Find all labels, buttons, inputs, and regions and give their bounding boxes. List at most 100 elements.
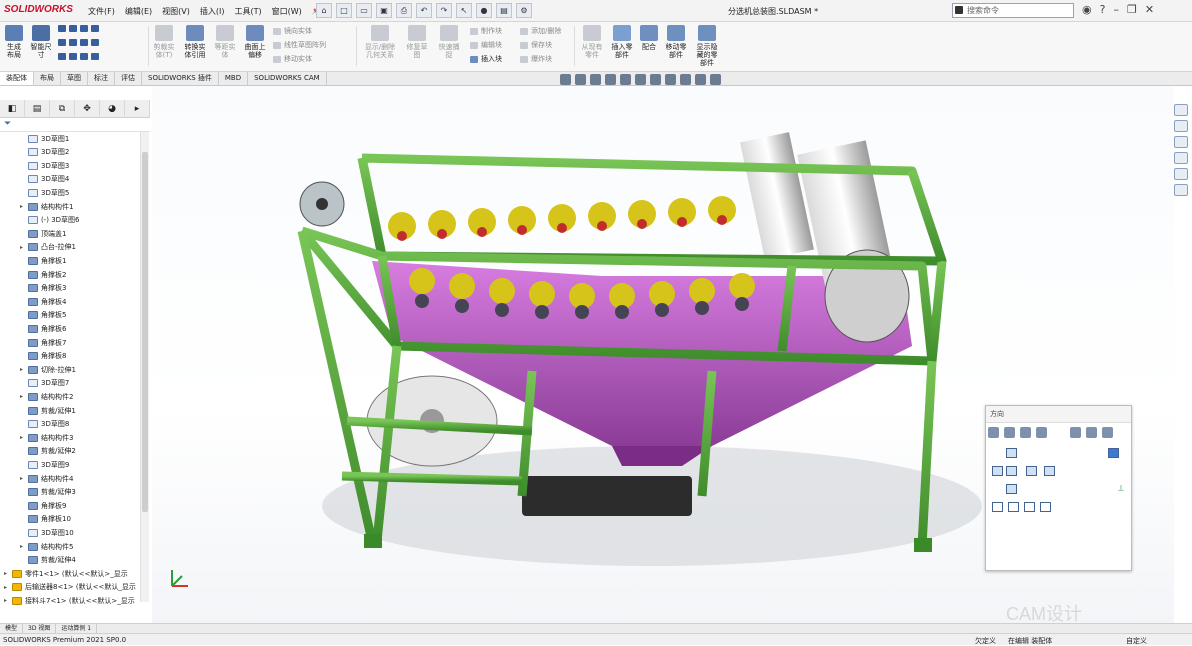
tree-item[interactable]: ▸ 结构构件1 <box>20 200 73 213</box>
previous-view-icon[interactable] <box>590 74 601 85</box>
move-component-button[interactable]: 移动零 部件 <box>663 25 689 59</box>
four-view-icon[interactable] <box>1040 502 1051 512</box>
update-view-icon[interactable] <box>1004 427 1015 438</box>
scroll-thumb[interactable] <box>142 152 148 512</box>
tree-item[interactable]: (-) 3D草图6 <box>20 214 80 227</box>
expand-arrow-icon[interactable]: ▸ <box>20 203 28 210</box>
dim-xpert-icon[interactable]: ✥ <box>75 100 100 118</box>
tree-item[interactable]: 角撑板5 <box>20 309 66 322</box>
expand-arrow-icon[interactable]: ▸ <box>20 393 28 400</box>
two-view-horizontal-icon[interactable] <box>1008 502 1019 512</box>
show-hidden-button[interactable]: 显示隐 藏的零 部件 <box>694 25 720 67</box>
two-view-vertical-icon[interactable] <box>1024 502 1035 512</box>
tab-model[interactable]: 模型 <box>0 624 24 633</box>
menu-insert[interactable]: 插入(I) <box>200 6 225 17</box>
tree-item[interactable]: 3D草图9 <box>20 458 69 471</box>
expand-arrow-icon[interactable]: ▸ <box>20 543 28 550</box>
tab-3d-view[interactable]: 3D 视图 <box>23 624 57 633</box>
offset-entities-button[interactable]: 等距实 体 <box>212 25 238 59</box>
trim-button[interactable]: 剪裁实 体(T) <box>151 25 177 59</box>
file-explorer-icon[interactable] <box>1174 136 1188 148</box>
file-props-icon[interactable]: ▤ <box>496 3 512 18</box>
tab-evaluate[interactable]: 评估 <box>115 72 142 85</box>
bottom-view-icon[interactable] <box>1006 484 1017 494</box>
tree-item[interactable]: 角撑板3 <box>20 282 66 295</box>
menu-window[interactable]: 窗口(W) <box>272 6 302 17</box>
mirror-entities-button[interactable]: 镜向实体 <box>273 26 312 36</box>
cube-icon[interactable] <box>1086 427 1097 438</box>
rebuild-icon[interactable]: ● <box>476 3 492 18</box>
insert-component-button[interactable]: 插入零 部件 <box>609 25 635 59</box>
view-selector-icon[interactable] <box>1036 427 1047 438</box>
quick-snaps-button[interactable]: 快速捕 捉 <box>436 25 462 59</box>
sketch-shape-tools[interactable] <box>58 39 99 46</box>
section-view-icon[interactable] <box>605 74 616 85</box>
pin-dialog-icon[interactable] <box>1102 427 1113 438</box>
back-view-icon[interactable] <box>1044 466 1055 476</box>
tree-item[interactable]: 3D草图7 <box>20 377 69 390</box>
tree-item[interactable]: 剪裁/延伸4 <box>20 554 76 567</box>
zoom-fit-icon[interactable] <box>560 74 571 85</box>
appearance-icon[interactable]: ◕ <box>100 100 125 118</box>
tree-item[interactable]: ▸ 结构构件4 <box>20 472 73 485</box>
minimize-icon[interactable]: – <box>1113 4 1119 16</box>
tree-item[interactable]: 角撑板9 <box>20 499 66 512</box>
close-icon[interactable]: ✕ <box>1145 4 1154 16</box>
scenes-icon[interactable] <box>680 74 691 85</box>
solidworks-resources-icon[interactable] <box>1174 104 1188 116</box>
display-monitor-icon[interactable] <box>710 74 721 85</box>
tree-item[interactable]: 角撑板2 <box>20 268 66 281</box>
new-icon[interactable]: □ <box>336 3 352 18</box>
redo-icon[interactable]: ↷ <box>436 3 452 18</box>
tree-item[interactable]: ▸ 后输送器8<1> (默认<<默认_显示 <box>4 581 136 594</box>
insert-block-button[interactable]: 插入块 <box>470 54 502 64</box>
tree-item[interactable]: 3D草图3 <box>20 159 69 172</box>
front-view-icon[interactable] <box>1006 466 1017 476</box>
tree-filter[interactable]: ⏷ <box>0 118 150 132</box>
appearances-icon[interactable] <box>1174 168 1188 180</box>
search-input[interactable]: 搜索命令 <box>952 3 1074 18</box>
tree-item[interactable]: ▸ 结构构件5 <box>20 540 73 553</box>
tree-item[interactable]: 角撑板10 <box>20 513 71 526</box>
tree-item[interactable]: 3D草图2 <box>20 146 69 159</box>
axis-icon[interactable] <box>1070 427 1081 438</box>
tree-item[interactable]: ▸ 接料斗7<1> (默认<<默认>_显示 <box>4 594 135 607</box>
view-palette-icon[interactable] <box>1174 152 1188 164</box>
custom-properties-icon[interactable] <box>1174 184 1188 196</box>
tree-item[interactable]: ▸ 零件1<1> (默认<<默认>_显示 <box>4 567 128 580</box>
expand-arrow-icon[interactable]: ▸ <box>20 244 28 251</box>
expand-arrow-icon[interactable]: ▸ <box>20 366 28 373</box>
restore-icon[interactable]: ❐ <box>1127 4 1137 16</box>
tab-motion-study[interactable]: 运动算例 1 <box>56 624 98 633</box>
help-icon[interactable]: ? <box>1100 4 1106 16</box>
tab-markup[interactable]: 标注 <box>88 72 115 85</box>
tree-item[interactable]: 3D草图5 <box>20 186 69 199</box>
mate-button[interactable]: 配合 <box>638 25 660 51</box>
offset-surface-button[interactable]: 曲面上 偏移 <box>242 25 268 59</box>
view-settings-icon[interactable] <box>695 74 706 85</box>
tab-layout[interactable]: 布局 <box>34 72 61 85</box>
edit-appearance-icon[interactable] <box>665 74 676 85</box>
from-existing-part-button[interactable]: 从现有 零件 <box>578 25 606 59</box>
display-style-icon[interactable] <box>635 74 646 85</box>
expand-arrow-icon[interactable]: ▸ <box>20 475 28 482</box>
feature-tree-icon[interactable]: ◧ <box>0 100 25 118</box>
options-icon[interactable]: ⚙ <box>516 3 532 18</box>
panel-arrow-icon[interactable]: ▸ <box>125 100 150 118</box>
edit-block-button[interactable]: 编辑块 <box>470 40 502 50</box>
left-view-icon[interactable] <box>992 466 1003 476</box>
tree-item[interactable]: 顶端盖1 <box>20 227 66 240</box>
view-orientation-icon[interactable] <box>620 74 631 85</box>
tab-assembly[interactable]: 装配体 <box>0 72 34 85</box>
convert-entities-button[interactable]: 转换实 体引用 <box>181 25 209 59</box>
home-icon[interactable]: ⌂ <box>316 3 332 18</box>
explode-block-button[interactable]: 爆炸块 <box>520 54 552 64</box>
save-icon[interactable]: ▣ <box>376 3 392 18</box>
tab-addins[interactable]: SOLIDWORKS 插件 <box>142 72 219 85</box>
make-block-button[interactable]: 制作块 <box>470 26 502 36</box>
menu-file[interactable]: 文件(F) <box>88 6 115 17</box>
tree-item[interactable]: ▸ 切除-拉伸1 <box>20 363 76 376</box>
tree-item[interactable]: 剪裁/延伸3 <box>20 486 76 499</box>
tree-item[interactable]: 3D草图10 <box>20 526 74 539</box>
undo-icon[interactable]: ↶ <box>416 3 432 18</box>
